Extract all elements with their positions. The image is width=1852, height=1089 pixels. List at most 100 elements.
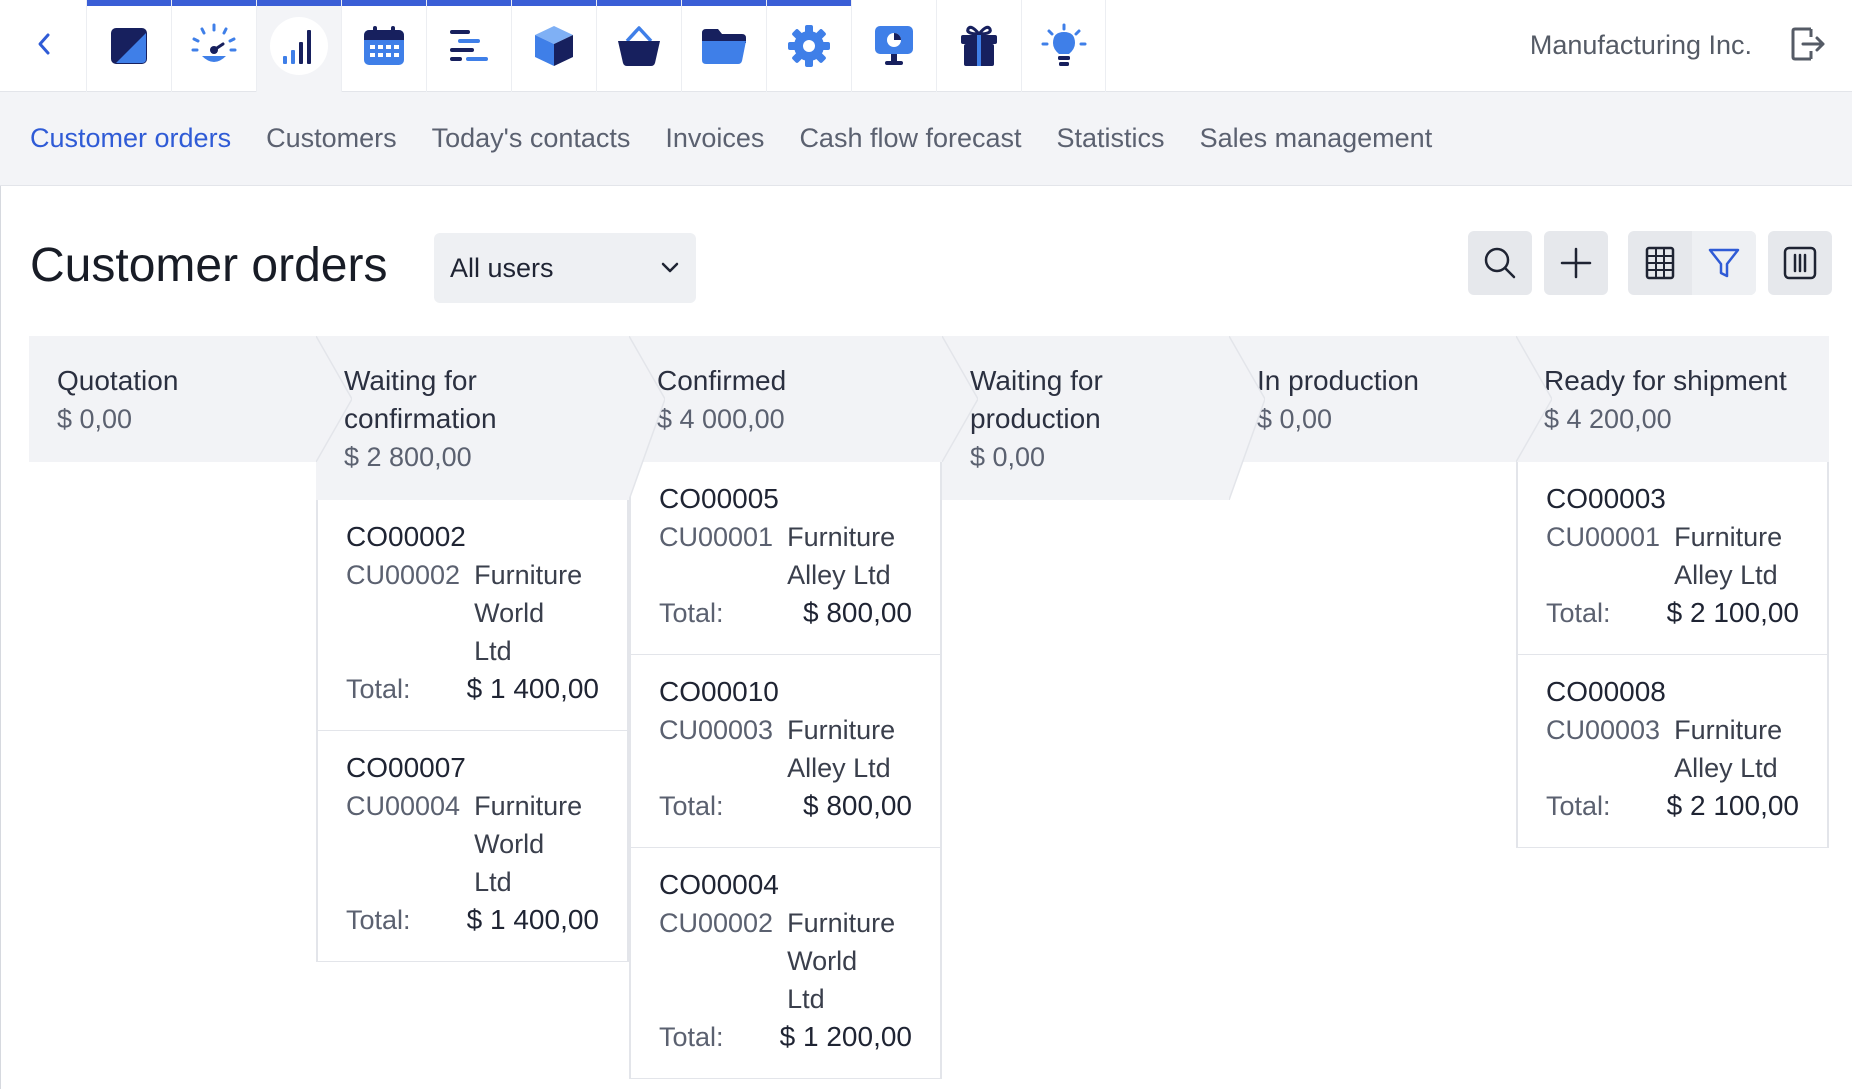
inventory-box-icon [535, 26, 573, 66]
column-title: Waiting for confirmation [344, 365, 497, 434]
order-total: Total: $ 800,00 [659, 787, 912, 825]
app-tasks[interactable] [426, 0, 511, 92]
column-total: $ 2 800,00 [344, 442, 472, 472]
tab-sales-management[interactable]: Sales management [1200, 123, 1433, 154]
kanban-board: Quotation $ 0,00 Waiting for confirmatio… [29, 336, 1829, 1089]
lightbulb-icon [1041, 23, 1086, 66]
stage-arrow [629, 336, 665, 500]
column-cards: CO00002 CU00002 Furniture World Ltd Tota… [316, 500, 629, 962]
gift-icon [961, 25, 997, 66]
stage-arrow [1516, 336, 1552, 462]
back-button[interactable] [24, 22, 64, 66]
total-label: Total: [659, 1022, 724, 1052]
customer-name: Furniture Alley Ltd [1674, 715, 1783, 783]
column-title: In production [1257, 365, 1419, 396]
tab-invoices[interactable]: Invoices [665, 123, 764, 154]
presentation-icon [875, 26, 913, 65]
column-total: $ 0,00 [57, 404, 133, 434]
total-value: $ 1 400,00 [466, 904, 599, 935]
kanban-column-waiting-for-production: Waiting for production $ 0,00 [942, 336, 1265, 500]
order-card[interactable]: CO00002 CU00002 Furniture World Ltd Tota… [317, 500, 628, 731]
order-card[interactable]: CO00010 CU00003 Furniture Alley Ltd Tota… [630, 655, 941, 848]
stage-arrow [942, 336, 978, 462]
app-ideas[interactable] [1021, 0, 1106, 92]
order-card[interactable]: CO00005 CU00001 Furniture Alley Ltd Tota… [630, 462, 941, 655]
table-view-button[interactable] [1628, 231, 1692, 295]
add-order-button[interactable] [1544, 231, 1608, 295]
tab-statistics[interactable]: Statistics [1057, 123, 1165, 154]
app-dashboard[interactable] [171, 0, 256, 92]
customer-name: Furniture World Ltd [787, 908, 896, 1014]
order-customer: CU00004 Furniture World Ltd [346, 787, 599, 901]
app-presentation[interactable] [851, 0, 936, 92]
logout-button[interactable] [1786, 22, 1830, 66]
column-total: $ 4 000,00 [657, 404, 785, 434]
tab-cash-flow-forecast[interactable]: Cash flow forecast [799, 123, 1021, 154]
tab-todays-contacts[interactable]: Today's contacts [432, 123, 631, 154]
customer-name: Furniture Alley Ltd [787, 522, 896, 590]
app-calendar[interactable] [341, 0, 426, 92]
page-title: Customer orders [30, 239, 388, 292]
search-icon [1484, 247, 1516, 279]
sales-bar-chart-icon [283, 30, 311, 64]
order-customer: CU00002 Furniture World Ltd [659, 904, 912, 1018]
board-view-button[interactable] [1768, 231, 1832, 295]
order-number: CO00008 [1546, 676, 1666, 707]
app-purchasing[interactable] [596, 0, 681, 92]
total-value: $ 800,00 [803, 597, 912, 628]
order-customer: CU00003 Furniture Alley Ltd [1546, 711, 1799, 787]
order-card[interactable]: CO00008 CU00003 Furniture Alley Ltd Tota… [1517, 655, 1828, 848]
app-rewards[interactable] [936, 0, 1021, 92]
app-switcher [86, 0, 1106, 92]
app-quick-tile[interactable] [86, 0, 171, 92]
total-value: $ 2 100,00 [1666, 597, 1799, 628]
order-total: Total: $ 2 100,00 [1546, 594, 1799, 632]
plus-icon [1560, 247, 1592, 279]
customer-name: Furniture Alley Ltd [1674, 522, 1783, 590]
folder-icon [702, 29, 746, 64]
order-customer: CU00003 Furniture Alley Ltd [659, 711, 912, 787]
order-customer: CU00001 Furniture Alley Ltd [1546, 518, 1799, 594]
filter-button[interactable] [1692, 231, 1756, 295]
customer-name: Furniture Alley Ltd [787, 715, 896, 783]
app-settings[interactable] [766, 0, 851, 92]
search-button[interactable] [1468, 231, 1532, 295]
app-inventory[interactable] [511, 0, 596, 92]
order-total: Total: $ 800,00 [659, 594, 912, 632]
tab-customer-orders[interactable]: Customer orders [30, 123, 231, 154]
kanban-column-waiting-for-confirmation: Waiting for confirmation $ 2 800,00 CO00… [316, 336, 665, 962]
calendar-icon [364, 26, 404, 65]
column-title: Quotation [57, 365, 179, 396]
total-value: $ 1 200,00 [779, 1021, 912, 1052]
column-total: $ 0,00 [970, 442, 1046, 472]
order-number: CO00003 [1546, 483, 1666, 514]
kanban-column-in-production: In production $ 0,00 [1229, 336, 1552, 462]
total-label: Total: [659, 791, 724, 821]
customer-number: CU00002 [659, 908, 774, 938]
column-title: Waiting for production [970, 365, 1103, 434]
column-header: Quotation $ 0,00 [29, 336, 352, 462]
customer-number: CU00001 [659, 522, 774, 552]
order-number: CO00002 [346, 521, 466, 552]
order-card[interactable]: CO00003 CU00001 Furniture Alley Ltd Tota… [1517, 462, 1828, 655]
module-tabs: Customer orders Customers Today's contac… [0, 92, 1852, 186]
customer-number: CU00002 [346, 560, 461, 590]
app-documents[interactable] [681, 0, 766, 92]
total-label: Total: [346, 905, 411, 935]
chevron-left-icon [38, 33, 50, 55]
order-card[interactable]: CO00004 CU00002 Furniture World Ltd Tota… [630, 848, 941, 1079]
order-card[interactable]: CO00007 CU00004 Furniture World Ltd Tota… [317, 731, 628, 962]
company-name: Manufacturing Inc. [1529, 30, 1752, 60]
view-toggle-group [1628, 231, 1756, 295]
column-header: Ready for shipment $ 4 200,00 [1516, 336, 1829, 462]
tab-customers[interactable]: Customers [266, 123, 397, 154]
customer-number: CU00004 [346, 791, 461, 821]
order-number: CO00004 [659, 869, 779, 900]
column-total: $ 0,00 [1257, 404, 1333, 434]
app-sales[interactable] [256, 0, 341, 92]
column-title: Ready for shipment [1544, 365, 1787, 396]
total-label: Total: [1546, 791, 1611, 821]
total-value: $ 2 100,00 [1666, 790, 1799, 821]
settings-gear-icon [788, 25, 830, 67]
user-filter-select[interactable]: All users [434, 233, 696, 303]
